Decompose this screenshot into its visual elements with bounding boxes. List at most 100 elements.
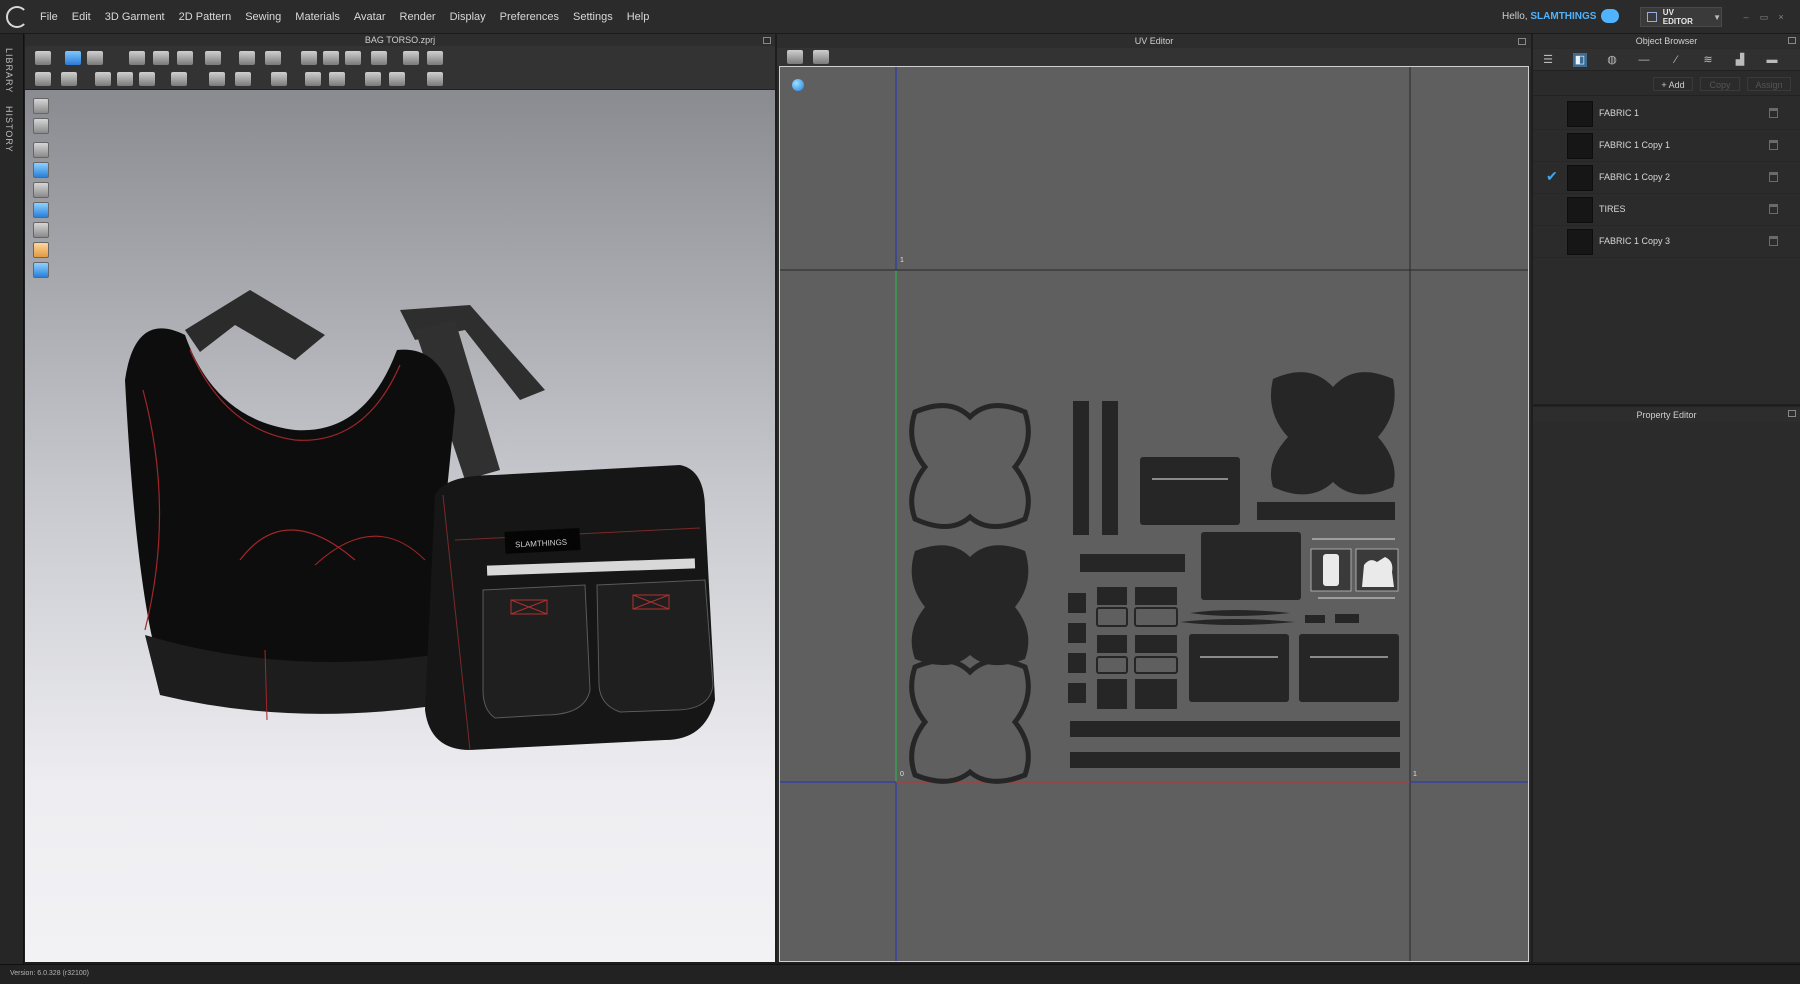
copy-button[interactable]: Copy bbox=[1700, 77, 1740, 91]
uv-tick-v1: 1 bbox=[900, 257, 904, 264]
property-editor-title: Property Editor bbox=[1533, 406, 1800, 422]
uv-editor-title: UV Editor bbox=[777, 34, 1531, 48]
gizmo-icon[interactable] bbox=[65, 51, 81, 65]
tool-icon[interactable] bbox=[129, 51, 145, 65]
tool-icon[interactable] bbox=[365, 72, 381, 86]
uv-tool-icon[interactable] bbox=[787, 50, 803, 64]
popout-icon[interactable] bbox=[763, 37, 771, 44]
fabric-name: FABRIC 1 Copy 3 bbox=[1599, 236, 1671, 246]
fabric-row[interactable]: FABRIC 1 Copy 3 bbox=[1533, 226, 1800, 258]
popout-icon[interactable] bbox=[1788, 37, 1796, 44]
tool-icon[interactable] bbox=[271, 72, 287, 86]
maximize-icon[interactable]: ▭ bbox=[1759, 12, 1769, 22]
3d-viewport[interactable]: SLAMTHINGS bbox=[25, 90, 775, 962]
tool-icon[interactable] bbox=[403, 51, 419, 65]
uv-tick-origin: 0 bbox=[900, 771, 904, 778]
popout-icon[interactable] bbox=[1788, 410, 1796, 417]
tool-icon[interactable] bbox=[95, 72, 111, 86]
trash-icon[interactable] bbox=[1769, 172, 1778, 182]
fabric-swatch bbox=[1567, 101, 1593, 127]
cloud-icon[interactable] bbox=[1601, 9, 1619, 23]
trim-icon[interactable]: ▟ bbox=[1733, 53, 1747, 67]
menu-display[interactable]: Display bbox=[450, 11, 486, 23]
checkmark-icon: ✔ bbox=[1546, 168, 1558, 184]
uv-editor-window: UV Editor 1 0 1 bbox=[777, 34, 1531, 962]
trash-icon[interactable] bbox=[1769, 236, 1778, 246]
transform-icon[interactable] bbox=[87, 51, 103, 65]
fabric-name: FABRIC 1 Copy 1 bbox=[1599, 140, 1671, 150]
tool-icon[interactable] bbox=[427, 51, 443, 65]
tool-icon[interactable] bbox=[117, 72, 133, 86]
menu-preferences[interactable]: Preferences bbox=[500, 11, 559, 23]
uv-toolbar bbox=[777, 48, 1531, 66]
select-move-icon[interactable] bbox=[35, 51, 51, 65]
trash-icon[interactable] bbox=[1769, 204, 1778, 214]
menu-avatar[interactable]: Avatar bbox=[354, 11, 386, 23]
tool-icon[interactable] bbox=[177, 51, 193, 65]
menu-file[interactable]: File bbox=[40, 11, 58, 23]
version-text: Version: 6.0.328 (r32100) bbox=[10, 970, 89, 977]
menu-render[interactable]: Render bbox=[400, 11, 436, 23]
trash-icon[interactable] bbox=[1769, 140, 1778, 150]
left-side-tabs: LIBRARY HISTORY bbox=[0, 34, 24, 964]
tool-icon[interactable] bbox=[205, 51, 221, 65]
tool-icon[interactable] bbox=[171, 72, 187, 86]
tab-history[interactable]: HISTORY bbox=[4, 106, 14, 153]
uv-tool-icon[interactable] bbox=[813, 50, 829, 64]
tool-icon[interactable] bbox=[323, 51, 339, 65]
menu-2d-pattern[interactable]: 2D Pattern bbox=[179, 11, 232, 23]
menu-sewing[interactable]: Sewing bbox=[245, 11, 281, 23]
tool-icon[interactable] bbox=[61, 72, 77, 86]
tool-icon[interactable] bbox=[427, 72, 443, 86]
mode-selector[interactable]: UV EDITOR ▼ bbox=[1640, 7, 1722, 27]
tool-icon[interactable] bbox=[371, 51, 387, 65]
measure-icon[interactable]: ▬ bbox=[1765, 53, 1779, 67]
tool-icon[interactable] bbox=[305, 72, 321, 86]
topstitch-icon[interactable]: ⁄ bbox=[1669, 53, 1683, 67]
menu-3d-garment[interactable]: 3D Garment bbox=[105, 11, 165, 23]
mode-label: UV EDITOR bbox=[1662, 8, 1693, 26]
tool-icon[interactable] bbox=[301, 51, 317, 65]
tool-icon[interactable] bbox=[235, 72, 251, 86]
button-icon[interactable]: ◍ bbox=[1605, 53, 1619, 67]
trash-icon[interactable] bbox=[1769, 108, 1778, 118]
status-bar: Version: 6.0.328 (r32100) bbox=[0, 964, 1800, 984]
fabric-name: TIRES bbox=[1599, 204, 1626, 214]
username-link[interactable]: SLAMTHINGS bbox=[1530, 11, 1596, 22]
fabric-row[interactable]: FABRIC 1 Copy 1 bbox=[1533, 130, 1800, 162]
menu-help[interactable]: Help bbox=[627, 11, 650, 23]
fabric-row[interactable]: ✔ FABRIC 1 Copy 2 bbox=[1533, 162, 1800, 194]
tool-icon[interactable] bbox=[239, 51, 255, 65]
fabric-swatch bbox=[1567, 165, 1593, 191]
assign-button[interactable]: Assign bbox=[1747, 77, 1791, 91]
tool-icon[interactable] bbox=[345, 51, 361, 65]
tool-icon[interactable] bbox=[389, 72, 405, 86]
add-button[interactable]: + Add bbox=[1653, 77, 1693, 91]
zipper-icon[interactable]: ≋ bbox=[1701, 53, 1715, 67]
buttonhole-icon[interactable]: — bbox=[1637, 53, 1651, 67]
list-icon[interactable]: ☰ bbox=[1541, 53, 1555, 67]
uv-layout bbox=[780, 67, 1528, 961]
tool-icon[interactable] bbox=[153, 51, 169, 65]
fabric-row[interactable]: TIRES bbox=[1533, 194, 1800, 226]
tool-icon[interactable] bbox=[139, 72, 155, 86]
tool-icon[interactable] bbox=[329, 72, 345, 86]
fabric-icon[interactable]: ◧ bbox=[1573, 53, 1587, 67]
tool-icon[interactable] bbox=[209, 72, 225, 86]
fabric-row[interactable]: FABRIC 1 bbox=[1533, 98, 1800, 130]
user-greeting: Hello, SLAMTHINGS bbox=[1502, 11, 1596, 22]
menu-materials[interactable]: Materials bbox=[295, 11, 340, 23]
menu-bar: File Edit 3D Garment 2D Pattern Sewing M… bbox=[0, 0, 1800, 34]
menu-settings[interactable]: Settings bbox=[573, 11, 613, 23]
fabric-name: FABRIC 1 bbox=[1599, 108, 1640, 118]
fabric-swatch bbox=[1567, 197, 1593, 223]
minimize-icon[interactable]: – bbox=[1741, 12, 1751, 22]
uv-canvas[interactable]: 1 0 1 bbox=[779, 66, 1529, 962]
3d-window-title: BAG TORSO.zprj bbox=[25, 34, 775, 46]
tab-library[interactable]: LIBRARY bbox=[4, 48, 14, 93]
popout-icon[interactable] bbox=[1518, 38, 1526, 45]
tool-icon[interactable] bbox=[265, 51, 281, 65]
tool-icon[interactable] bbox=[35, 72, 51, 86]
menu-edit[interactable]: Edit bbox=[72, 11, 91, 23]
close-icon[interactable]: × bbox=[1776, 12, 1786, 22]
